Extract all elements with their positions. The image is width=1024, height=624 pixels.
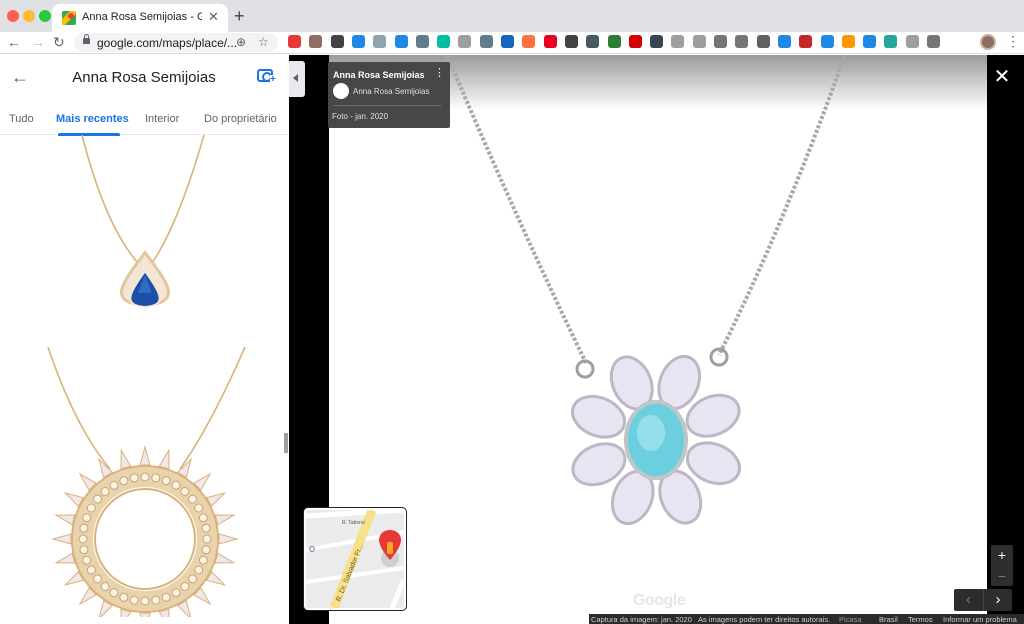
card-title[interactable]: Anna Rosa Semijoias (333, 70, 425, 80)
minimap-image: R. Taborai o R. Dr. Salvador Fr... (306, 510, 404, 608)
zoom-control: + − (991, 545, 1013, 586)
address-bar[interactable]: google.com/maps/place/... ⊕ ☆ (74, 33, 278, 52)
pinterest-extension-icon[interactable] (543, 35, 557, 48)
close-viewer-button[interactable]: ✕ (993, 67, 1011, 87)
minimize-window-button[interactable] (23, 10, 35, 22)
footer-picasa[interactable]: Picasa (839, 615, 862, 624)
maximize-window-button[interactable] (39, 10, 51, 22)
camera-extension-icon[interactable] (714, 35, 727, 48)
collapse-panel-button[interactable] (289, 61, 305, 97)
close-window-button[interactable] (7, 10, 19, 22)
red-badge-extension-icon[interactable] (799, 35, 813, 48)
tab-do-proprietario[interactable]: Do proprietário (204, 113, 277, 125)
drive-extension-icon[interactable] (458, 35, 472, 48)
footer-brasil[interactable]: Brasil (879, 615, 898, 624)
tab-interior[interactable]: Interior (145, 113, 179, 125)
bookmark-star-icon[interactable]: ☆ (258, 35, 269, 49)
previous-photo-button[interactable]: ‹ (954, 589, 983, 611)
shield-extension-icon[interactable] (415, 35, 429, 48)
grid-extension-icon[interactable] (394, 35, 408, 48)
trello-extension-icon[interactable] (501, 35, 514, 48)
card-subtitle[interactable]: Anna Rosa Semijoias (353, 87, 429, 96)
evernote-extension-icon[interactable] (607, 35, 621, 48)
message-extension-icon[interactable] (692, 35, 706, 48)
dots-grid-extension-icon[interactable] (905, 35, 919, 48)
m-mail-extension-icon[interactable] (564, 35, 578, 48)
zoom-out-button[interactable]: − (991, 566, 1013, 586)
color-wheel-extension-icon[interactable] (288, 35, 301, 48)
task-extension-icon[interactable] (330, 35, 344, 48)
footer-termos[interactable]: Termos (908, 615, 933, 624)
photo-category-tabs: Tudo Mais recentes Interior Do proprietá… (0, 101, 288, 136)
necklace-image (445, 55, 847, 526)
translate-extension-icon[interactable] (777, 35, 791, 48)
place-title: Anna Rosa Semijoias (72, 69, 216, 86)
url-text: google.com/maps/place/... (97, 36, 238, 50)
forward-button[interactable]: → (31, 33, 45, 51)
photos-panel: ← Anna Rosa Semijoias Tudo Mais recentes… (0, 55, 288, 624)
tree-extension-icon[interactable] (650, 35, 664, 48)
back-button[interactable]: ← (7, 33, 21, 51)
photo-thumbnail-blue-pendant[interactable] (60, 135, 230, 315)
footer-copyright: As imagens podem ter direitos autorais. (698, 615, 831, 624)
tab-mais-recentes[interactable]: Mais recentes (56, 113, 129, 125)
browser-tab[interactable]: Anna Rosa Semijoias - Google ✕ (52, 4, 228, 32)
panel-resize-handle[interactable] (284, 433, 288, 453)
chart-extension-icon[interactable] (351, 35, 365, 48)
add-icon[interactable]: ⊕ (236, 35, 246, 49)
photo-info-card: Anna Rosa Semijoias ⋮ Anna Rosa Semijoia… (328, 62, 450, 128)
business-logo (333, 83, 349, 99)
game-extension-icon[interactable] (756, 35, 770, 48)
iq-extension-icon[interactable] (863, 35, 877, 48)
google-logo: Google (633, 592, 686, 609)
square-extension-icon[interactable] (671, 35, 685, 48)
close-tab-icon[interactable]: ✕ (208, 9, 219, 25)
main-photo (329, 55, 987, 624)
browser-menu-icon[interactable]: ⋮ (1006, 33, 1020, 50)
rss-extension-icon[interactable] (735, 35, 749, 48)
squiggle-extension-icon[interactable] (841, 35, 855, 48)
app: Anna Rosa Semijoias - Google ✕ + ← → ↻ g… (0, 0, 1024, 624)
minimap[interactable]: R. Taborai o R. Dr. Salvador Fr... (304, 508, 406, 610)
folder-extension-icon[interactable] (309, 35, 323, 48)
pocket-extension-icon[interactable] (628, 35, 642, 48)
footer-bar: Captura da imagem: jan. 2020 As imagens … (589, 614, 1024, 624)
minimap-label-fragment: o (309, 543, 315, 555)
next-photo-button[interactable]: › (983, 589, 1012, 611)
new-badge-extension-icon[interactable] (820, 35, 834, 48)
browser-toolbar: ← → ↻ google.com/maps/place/... ⊕ ☆ ⋮ (0, 32, 1024, 54)
window-extension-icon[interactable] (586, 35, 600, 48)
reload-button[interactable]: ↻ (53, 33, 65, 51)
zoom-in-button[interactable]: + (991, 545, 1013, 565)
code-extension-icon[interactable] (373, 35, 387, 48)
photo-thumbnail-sun-pendant[interactable] (40, 347, 250, 617)
more-options-icon[interactable]: ⋮ (434, 68, 445, 79)
lock-icon (83, 34, 90, 44)
cloud-extension-icon[interactable] (479, 35, 493, 48)
minimap-label-taborai: R. Taborai (342, 520, 365, 526)
add-photo-icon[interactable] (257, 69, 276, 85)
photo-navigation: ‹ › (954, 589, 1012, 611)
tab-tudo[interactable]: Tudo (9, 113, 34, 125)
google-maps-icon (62, 11, 76, 25)
profile-avatar[interactable] (980, 34, 996, 50)
calendar-extension-icon[interactable] (522, 35, 536, 48)
footer-capture-date: Captura da imagem: jan. 2020 (591, 615, 692, 624)
puzzle-extension-icon[interactable] (927, 35, 940, 48)
chevron-left-icon (293, 74, 298, 82)
card-photo-date: Foto - jan. 2020 (332, 112, 389, 121)
new-tab-button[interactable]: + (234, 6, 245, 27)
tab-title: Anna Rosa Semijoias - Google (82, 11, 202, 23)
browser-tab-strip: Anna Rosa Semijoias - Google ✕ + (0, 0, 1024, 32)
card-divider (333, 105, 441, 106)
pl-extension-icon[interactable] (884, 35, 898, 48)
footer-report-problem[interactable]: Informar um problema (943, 615, 1017, 624)
m-circle-extension-icon[interactable] (437, 35, 451, 48)
